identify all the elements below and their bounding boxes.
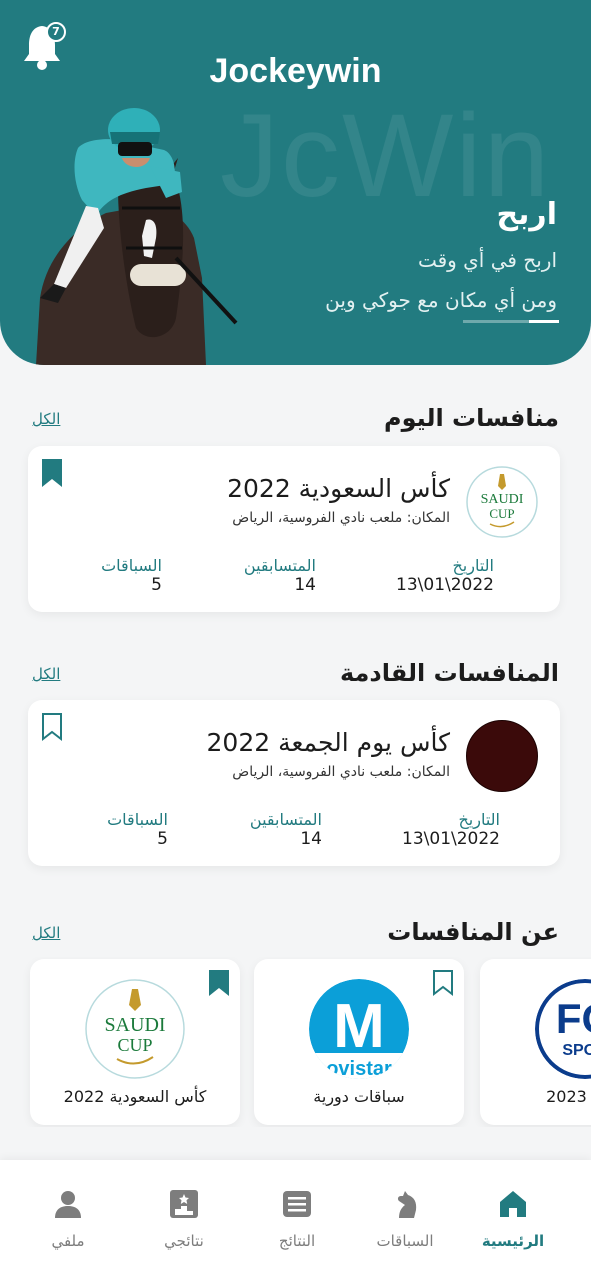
about-card-name: سباقات دورية xyxy=(313,1087,405,1106)
podium-icon xyxy=(170,1190,198,1218)
stat-competitors: المتسابقين 14 xyxy=(244,556,316,595)
stat-date: التاريخ 13\01\2022 xyxy=(402,810,500,849)
stat-races: السباقات 5 xyxy=(101,556,162,595)
stat-races-value: 5 xyxy=(157,829,168,849)
competition-name: كأس يوم الجمعة 2022 xyxy=(206,728,450,757)
competition-location: المكان: ملعب نادي الفروسية، الرياض xyxy=(232,510,450,526)
stat-date-label: التاريخ xyxy=(452,556,494,575)
upcoming-competitions-all-link[interactable]: الكل xyxy=(32,665,60,683)
upcoming-competitions-title: المنافسات القادمة xyxy=(339,659,559,687)
stat-competitors-value: 14 xyxy=(300,829,322,849)
saudi-cup-logo: SAUDI CUP xyxy=(466,466,538,538)
about-competitions-all-link[interactable]: الكل xyxy=(32,924,60,942)
about-card-name: كأس السعودية 2022 xyxy=(63,1087,207,1106)
saudi-cup-logo: SAUDI CUP xyxy=(85,979,185,1079)
about-card-periodic-races[interactable]: M ovistar سباقات دورية xyxy=(254,959,464,1125)
stat-races: السباقات 5 xyxy=(107,810,168,849)
horse-icon xyxy=(397,1191,417,1218)
notification-count-badge: 7 xyxy=(46,22,66,42)
nav-label: ملفي xyxy=(51,1232,85,1250)
saudi-logo-top-text: SAUDI xyxy=(104,1014,165,1036)
fox-logo-bottom-text: SPOR xyxy=(562,1042,591,1059)
active-slide-indicator xyxy=(529,320,559,323)
today-competition-card[interactable]: SAUDI CUP كأس السعودية 2022 المكان: ملعب… xyxy=(28,446,560,612)
nav-home[interactable]: الرئيسية xyxy=(463,1188,563,1250)
hero-banner[interactable]: JcWin Jockeywin 7 اربح اربح في أي وقت وم… xyxy=(0,0,591,365)
upcoming-competition-card[interactable]: كأس يوم الجمعة 2022 المكان: ملعب نادي ال… xyxy=(28,700,560,866)
stat-races-label: السباقات xyxy=(101,556,162,575)
saudi-logo-bottom-text: CUP xyxy=(489,506,514,521)
nav-profile[interactable]: ملفي xyxy=(18,1188,118,1250)
stat-races-label: السباقات xyxy=(107,810,168,829)
nav-races[interactable]: السباقات xyxy=(355,1188,455,1250)
results-list-icon xyxy=(283,1191,311,1217)
carousel-indicator[interactable] xyxy=(463,320,559,323)
stat-competitors-label: المتسابقين xyxy=(243,556,316,575)
stat-competitors-value: 14 xyxy=(294,575,316,595)
fox-logo-top-text: FO xyxy=(556,995,591,1042)
home-icon xyxy=(500,1191,526,1217)
stat-date: التاريخ 13\01\2022 xyxy=(396,556,494,595)
about-competitions-title: عن المنافسات xyxy=(387,918,559,946)
nav-label: النتائج xyxy=(278,1232,316,1250)
stat-competitors: المتسابقين 14 xyxy=(250,810,322,849)
nav-label: السباقات xyxy=(376,1232,434,1250)
nav-label: نتائجي xyxy=(164,1232,204,1250)
about-card-saudi-cup[interactable]: SAUDI CUP كأس السعودية 2022 xyxy=(30,959,240,1125)
hero-subtitle-line2: ومن أي مكان مع جوكي وين xyxy=(325,288,557,312)
nav-results[interactable]: النتائج xyxy=(247,1188,347,1250)
stat-date-label: التاريخ xyxy=(458,810,500,829)
bottom-navigation: الرئيسية السباقات النتائج نتائجي ملفي xyxy=(0,1160,591,1280)
bookmark-filled-icon[interactable] xyxy=(208,969,230,997)
nav-label: الرئيسية xyxy=(481,1232,545,1250)
about-competitions-carousel[interactable]: SAUDI CUP كأس السعودية 2022 M ovistar سب… xyxy=(0,957,591,1127)
bookmark-outline-icon[interactable] xyxy=(40,712,64,742)
todays-competitions-all-link[interactable]: الكل xyxy=(32,410,60,428)
app-logo: Jockeywin xyxy=(209,52,382,90)
saudi-logo-bottom-text: CUP xyxy=(117,1035,152,1055)
bookmark-outline-icon[interactable] xyxy=(432,969,454,997)
competition-name: كأس السعودية 2022 xyxy=(227,474,450,503)
profile-icon xyxy=(55,1191,81,1218)
hero-headline: اربح xyxy=(496,197,557,232)
todays-competitions-title: منافسات اليوم xyxy=(384,404,559,432)
movistar-logo-mark: M xyxy=(333,992,385,1061)
movistar-logo: M ovistar xyxy=(309,979,409,1079)
saudi-logo-top-text: SAUDI xyxy=(481,492,524,507)
competition-location: المكان: ملعب نادي الفروسية، الرياض xyxy=(232,764,450,780)
movistar-logo-text: ovistar xyxy=(326,1058,392,1079)
stat-races-value: 5 xyxy=(151,575,162,595)
fox-sports-logo: FO SPOR xyxy=(535,979,591,1079)
stat-date-value: 13\01\2022 xyxy=(396,575,494,595)
notifications-button[interactable]: 7 xyxy=(22,20,66,72)
competition-logo-placeholder xyxy=(466,720,538,792)
stat-competitors-label: المتسابقين xyxy=(249,810,322,829)
bookmark-filled-icon[interactable] xyxy=(40,458,64,488)
jockey-horse-image xyxy=(36,108,238,365)
about-card-name: كأس 2023 xyxy=(546,1087,591,1106)
nav-my-results[interactable]: نتائجي xyxy=(134,1188,234,1250)
hero-subtitle-line1: اربح في أي وقت xyxy=(417,248,557,272)
about-card-fox-sports[interactable]: FO SPOR كأس 2023 xyxy=(480,959,591,1125)
stat-date-value: 13\01\2022 xyxy=(402,829,500,849)
